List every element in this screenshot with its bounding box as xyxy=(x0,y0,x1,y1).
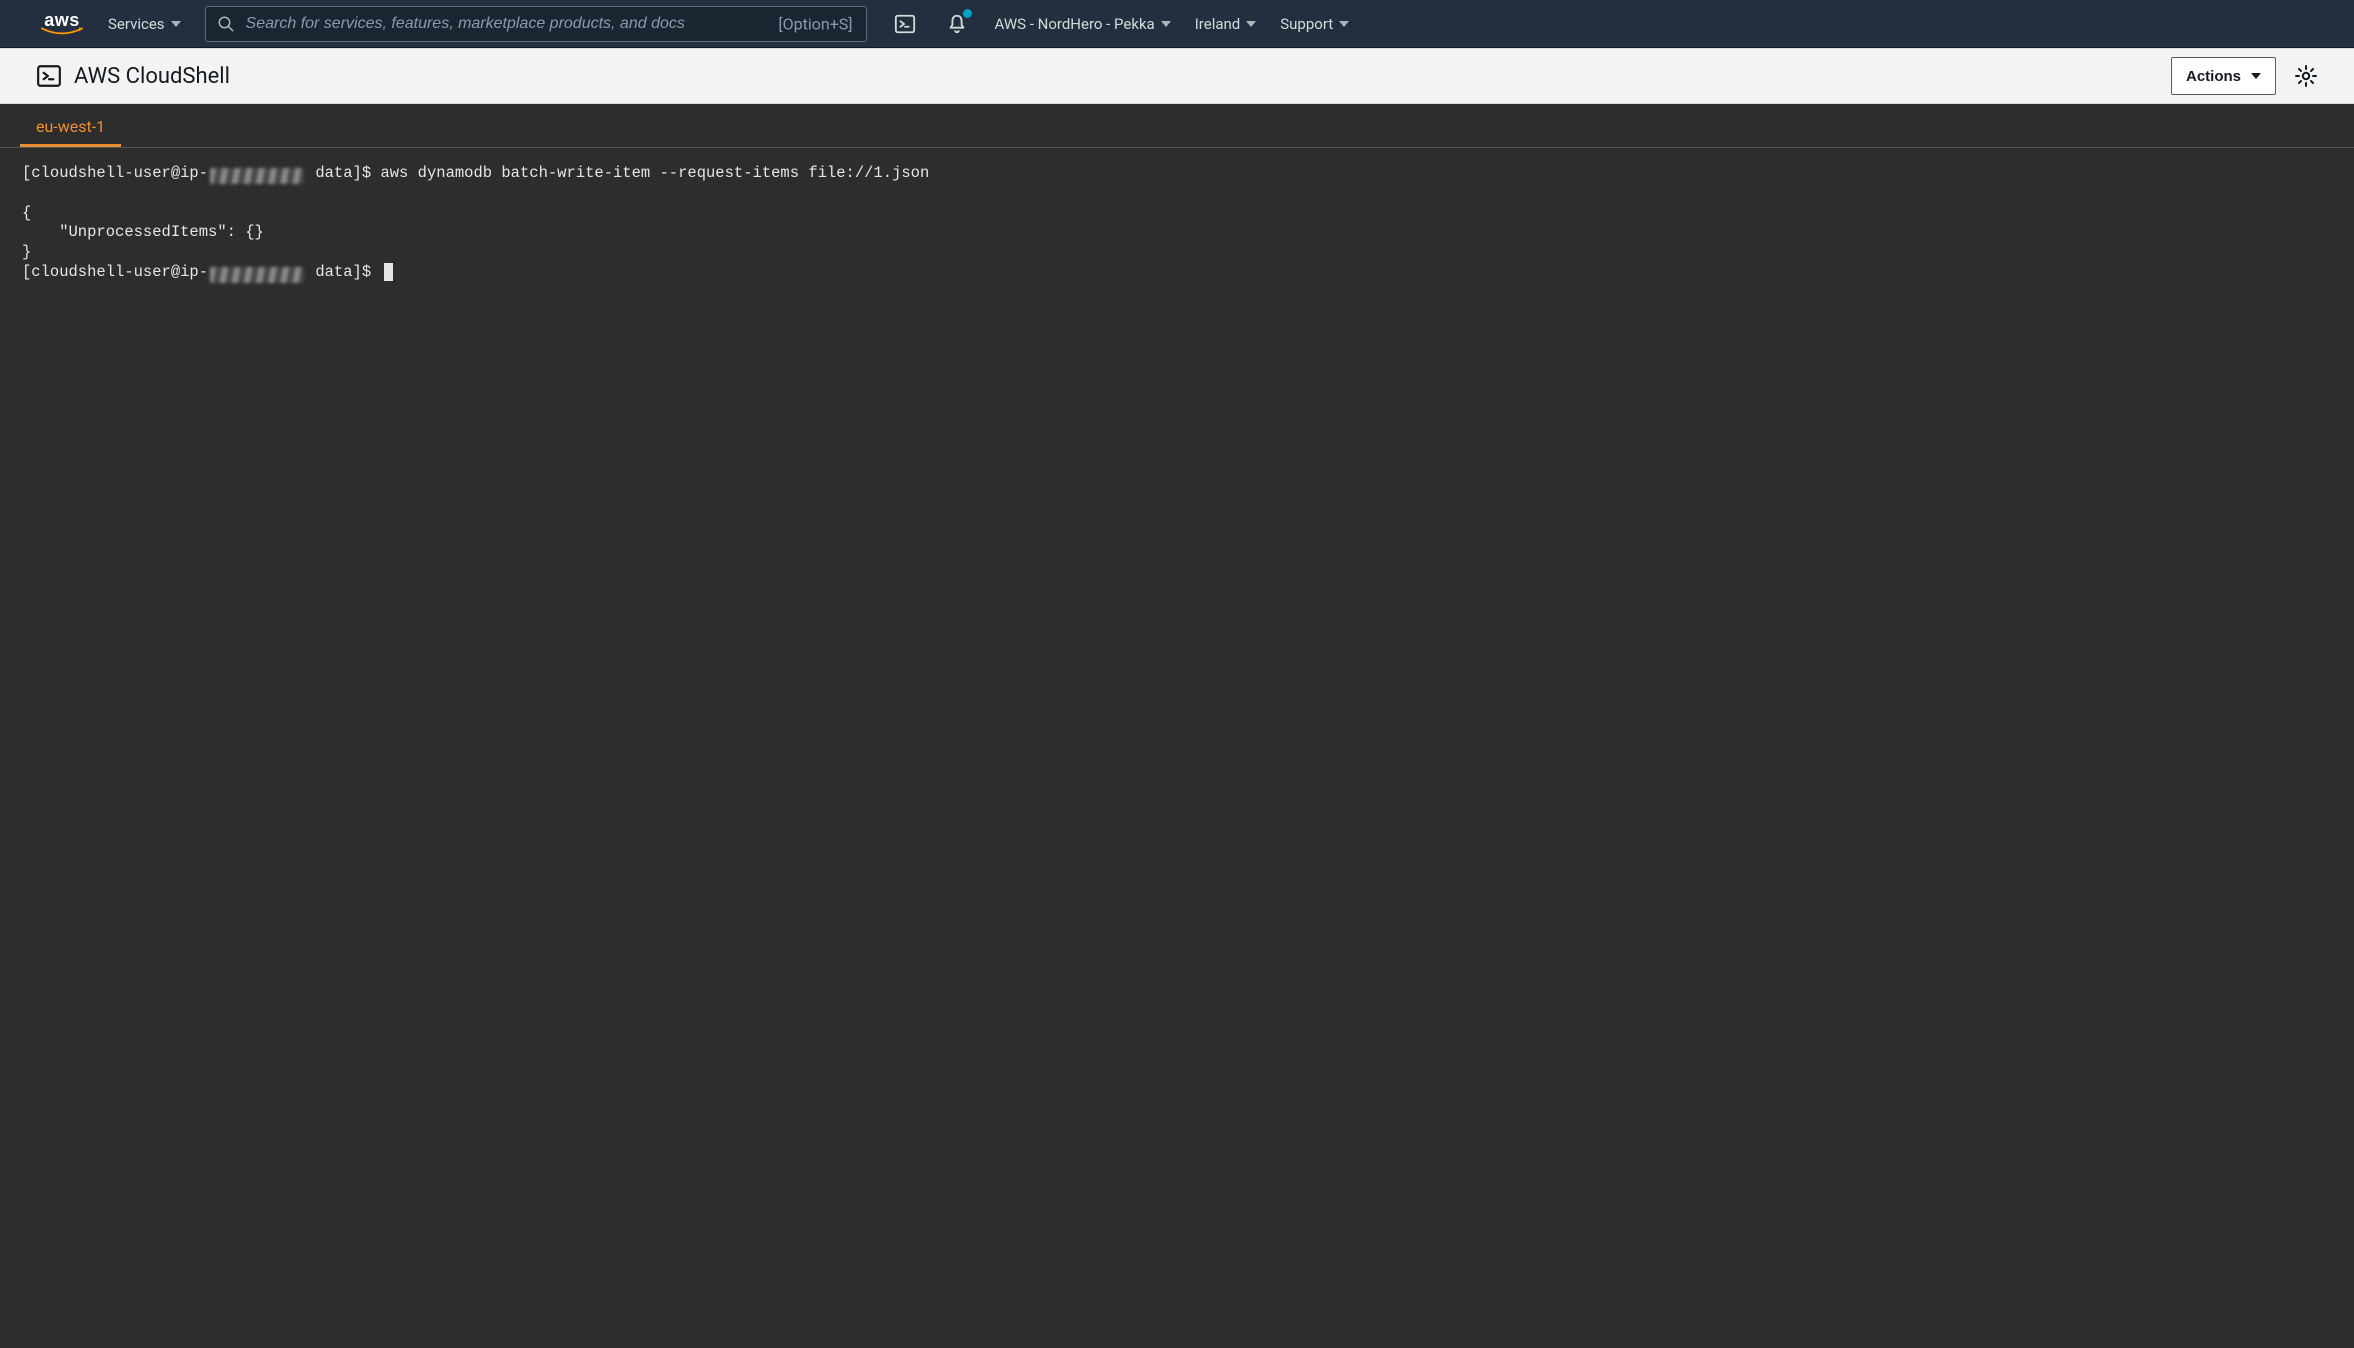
cursor-icon xyxy=(384,263,393,281)
prompt-user: [cloudshell-user@ip- xyxy=(22,164,208,184)
chevron-down-icon xyxy=(1161,21,1171,27)
chevron-down-icon xyxy=(1246,21,1256,27)
settings-button[interactable] xyxy=(2294,64,2318,88)
aws-top-nav: aws Services [Option+S] AWS - NordH xyxy=(0,0,2354,48)
terminal-icon xyxy=(36,63,62,89)
actions-label: Actions xyxy=(2186,68,2241,85)
redacted-ip xyxy=(210,267,304,283)
terminal-icon xyxy=(894,13,916,35)
cloudshell-icon-button[interactable] xyxy=(891,10,919,38)
cloudshell-header: AWS CloudShell Actions xyxy=(0,48,2354,104)
prompt-user: [cloudshell-user@ip- xyxy=(22,263,208,283)
terminal-output[interactable]: [cloudshell-user@ip- data]$ aws dynamodb… xyxy=(0,148,2354,1348)
services-label: Services xyxy=(108,15,165,33)
notification-dot-icon xyxy=(963,9,972,18)
terminal-line: { xyxy=(22,204,31,222)
region-label: Ireland xyxy=(1195,15,1241,33)
search-icon xyxy=(217,15,235,33)
page-title-wrap: AWS CloudShell xyxy=(36,63,230,89)
support-menu[interactable]: Support xyxy=(1280,15,1349,33)
services-menu[interactable]: Services xyxy=(108,15,181,33)
region-menu[interactable]: Ireland xyxy=(1195,15,1257,33)
terminal-line: "UnprocessedItems": {} xyxy=(22,223,264,241)
search-shortcut-hint: [Option+S] xyxy=(778,14,852,33)
chevron-down-icon xyxy=(2251,73,2261,79)
redacted-ip xyxy=(210,168,304,184)
header-actions: Actions xyxy=(2171,57,2318,95)
notifications-button[interactable] xyxy=(943,10,971,38)
search-input[interactable] xyxy=(205,6,867,42)
tab-label: eu-west-1 xyxy=(36,117,105,136)
gear-icon xyxy=(2294,64,2318,88)
aws-logo[interactable]: aws xyxy=(40,11,84,37)
actions-button[interactable]: Actions xyxy=(2171,57,2276,95)
terminal-line: [cloudshell-user@ip- data]$ xyxy=(22,263,2332,283)
support-label: Support xyxy=(1280,15,1333,33)
prompt-suffix: data]$ xyxy=(306,164,380,184)
global-search: [Option+S] xyxy=(205,6,867,42)
account-label: AWS - NordHero - Pekka xyxy=(995,15,1155,33)
chevron-down-icon xyxy=(171,21,181,27)
page-title: AWS CloudShell xyxy=(74,64,230,89)
aws-smile-icon xyxy=(40,27,84,37)
terminal-line: [cloudshell-user@ip- data]$ aws dynamodb… xyxy=(22,164,2332,184)
tab-eu-west-1[interactable]: eu-west-1 xyxy=(20,107,121,147)
command-text: aws dynamodb batch-write-item --request-… xyxy=(380,164,929,184)
account-menu[interactable]: AWS - NordHero - Pekka xyxy=(995,15,1171,33)
region-tabs: eu-west-1 xyxy=(0,104,2354,148)
chevron-down-icon xyxy=(1339,21,1349,27)
prompt-suffix: data]$ xyxy=(306,263,380,283)
terminal-line: } xyxy=(22,243,31,261)
